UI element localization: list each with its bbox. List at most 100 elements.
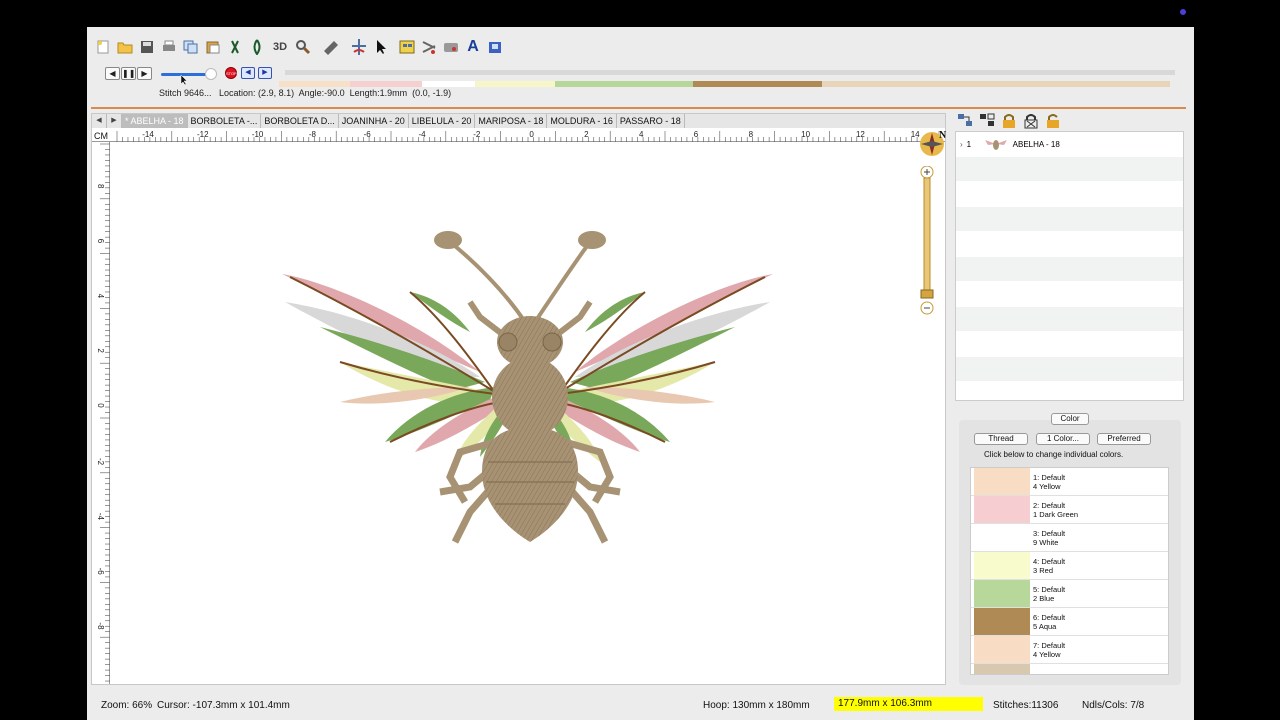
color-row[interactable]: 7: Default 4 Yellow — [971, 636, 1168, 664]
unlock-icon[interactable] — [1045, 113, 1061, 129]
stitch-progress-track[interactable] — [285, 70, 1175, 75]
zoom-icon[interactable] — [293, 37, 313, 57]
color-bar-segment — [822, 81, 1170, 87]
tab-3[interactable]: JOANINHA - 20 — [339, 114, 409, 128]
expand-chevron-icon[interactable]: › — [960, 140, 963, 149]
color-row[interactable]: 4: Default 3 Red — [971, 552, 1168, 580]
color-row[interactable]: 2: Default 1 Dark Green — [971, 496, 1168, 524]
zoom-slider[interactable] — [918, 166, 936, 316]
play-button[interactable]: ▶ — [137, 67, 152, 80]
needles-colors-status: Ndls/Cols: 7/8 — [1082, 700, 1145, 711]
next-color-button[interactable]: ▶ — [258, 67, 272, 79]
ruler-h-label: -10 — [252, 130, 264, 139]
tab-5[interactable]: MARIPOSA - 18 — [475, 114, 548, 128]
hoop-icon[interactable] — [349, 37, 369, 57]
color-label-line2: 3 Red — [1033, 565, 1054, 575]
stitch-icon[interactable] — [225, 37, 245, 57]
tab-2[interactable]: BORBOLETA D... — [261, 114, 339, 128]
color-swatch[interactable] — [974, 468, 1030, 495]
color-label: 6: Default 5 Aqua — [1033, 613, 1065, 631]
layer-index: 1 — [966, 139, 972, 149]
color-tab[interactable]: Color — [1051, 413, 1089, 425]
tab-scroll-left-icon[interactable]: ◀ — [92, 114, 107, 128]
layer-row-empty — [956, 207, 1183, 232]
tab-7[interactable]: PASSARO - 18 — [617, 114, 685, 128]
open-icon[interactable] — [115, 37, 135, 57]
text-icon[interactable]: A — [463, 37, 483, 57]
zoom-status: Zoom: 66% — [101, 700, 153, 711]
editor-window: 3D A ◀ ❚❚ ▶ STOP ◀ ▶ Stitch 9646... Loca… — [87, 27, 1194, 720]
new-icon[interactable] — [93, 37, 113, 57]
color-label: 1: Default 4 Yellow — [1033, 473, 1065, 491]
color-row[interactable]: 3: Default 9 White — [971, 524, 1168, 552]
status-bar: Zoom: 66% Cursor: -107.3mm x 101.4mm Hoo… — [87, 696, 1194, 716]
layer-row[interactable]: › 1 ABELHA - 18 — [956, 132, 1183, 157]
stop-button[interactable]: STOP — [225, 67, 237, 79]
ruler-v-label: -6 — [96, 568, 105, 576]
color-swatch[interactable] — [974, 608, 1030, 635]
color-swatch[interactable] — [974, 636, 1030, 663]
embroidery-design-view[interactable] — [110, 142, 945, 684]
vertical-ruler: 8 6 4 2 0 -2 -4 -6 -8 — [92, 142, 110, 684]
lock-icon[interactable] — [1001, 113, 1017, 129]
tab-scroll-right-icon[interactable]: ▶ — [107, 114, 122, 128]
color-label-line1: 4: Default — [1033, 556, 1066, 566]
print-icon[interactable] — [159, 37, 179, 57]
grid-icon[interactable] — [397, 37, 417, 57]
color-swatch[interactable] — [974, 524, 1030, 551]
tab-1[interactable]: BORBOLETA -... — [188, 114, 262, 128]
thread-icon[interactable] — [247, 37, 267, 57]
layer-row-empty — [956, 232, 1183, 257]
ruler-v-label: -8 — [96, 622, 105, 630]
step-back-button[interactable]: ◀ — [105, 67, 120, 80]
layer-name: ABELHA - 18 — [1012, 139, 1060, 149]
3d-icon[interactable]: 3D — [269, 37, 291, 57]
color-row[interactable]: 6: Default 5 Aqua — [971, 608, 1168, 636]
one-color-button[interactable]: 1 Color... — [1036, 433, 1090, 445]
pause-button[interactable]: ❚❚ — [121, 67, 136, 80]
tab-4[interactable]: LIBELULA - 20 — [409, 114, 476, 128]
design-tabs: ◀ ▶ * ABELHA - 18 BORBOLETA -... BORBOLETA… — [92, 114, 945, 128]
zoom-slider-thumb[interactable] — [920, 289, 934, 299]
color-row[interactable]: 8: Default — [971, 664, 1168, 674]
color-bar-segment — [474, 81, 556, 87]
layer-row-empty — [956, 157, 1183, 182]
color-label-line2: 5 Aqua — [1033, 621, 1057, 631]
export-icon[interactable] — [485, 37, 505, 57]
sewing-icon[interactable] — [441, 37, 461, 57]
layer-group-icon[interactable] — [957, 113, 973, 127]
design-size-status: 177.9mm x 106.3mm — [834, 697, 983, 711]
color-label-line1: 2: Default — [1033, 500, 1066, 510]
save-icon[interactable] — [137, 37, 157, 57]
layer-ungroup-icon[interactable] — [979, 113, 995, 127]
layer-toolbar — [957, 113, 1061, 129]
prev-color-button[interactable]: ◀ — [241, 67, 255, 79]
compass-icon[interactable]: N — [919, 129, 947, 157]
thread-button[interactable]: Thread — [974, 433, 1028, 445]
bee-embroidery-design[interactable] — [110, 142, 945, 684]
color-swatch[interactable] — [974, 552, 1030, 579]
speed-slider-knob[interactable] — [205, 68, 217, 80]
ruler-h-label: 8 — [749, 130, 754, 139]
measure-icon[interactable] — [321, 37, 341, 57]
color-bar-segment — [421, 81, 475, 87]
scissors-icon[interactable] — [419, 37, 439, 57]
color-swatch[interactable] — [974, 496, 1030, 523]
ruler-h-label: 6 — [694, 130, 699, 139]
tab-0[interactable]: * ABELHA - 18 — [122, 114, 188, 128]
copy-icon[interactable] — [181, 37, 201, 57]
color-swatch[interactable] — [974, 580, 1030, 607]
color-swatch[interactable] — [974, 664, 1030, 674]
layer-list: › 1 ABELHA - 18 — [955, 131, 1184, 401]
color-row[interactable]: 1: Default 4 Yellow — [971, 468, 1168, 496]
ruler-h-label: 12 — [856, 130, 865, 139]
color-label: 5: Default 2 Blue — [1033, 585, 1065, 603]
color-row[interactable]: 5: Default 2 Blue — [971, 580, 1168, 608]
lock-delete-icon[interactable] — [1023, 113, 1039, 129]
pointer-icon[interactable] — [371, 37, 391, 57]
tab-6[interactable]: MOLDURA - 16 — [547, 114, 617, 128]
ruler-h-label: -14 — [142, 130, 154, 139]
preferred-button[interactable]: Preferred — [1097, 433, 1151, 445]
stitches-status: Stitches:11306 — [993, 700, 1059, 711]
paste-icon[interactable] — [203, 37, 223, 57]
